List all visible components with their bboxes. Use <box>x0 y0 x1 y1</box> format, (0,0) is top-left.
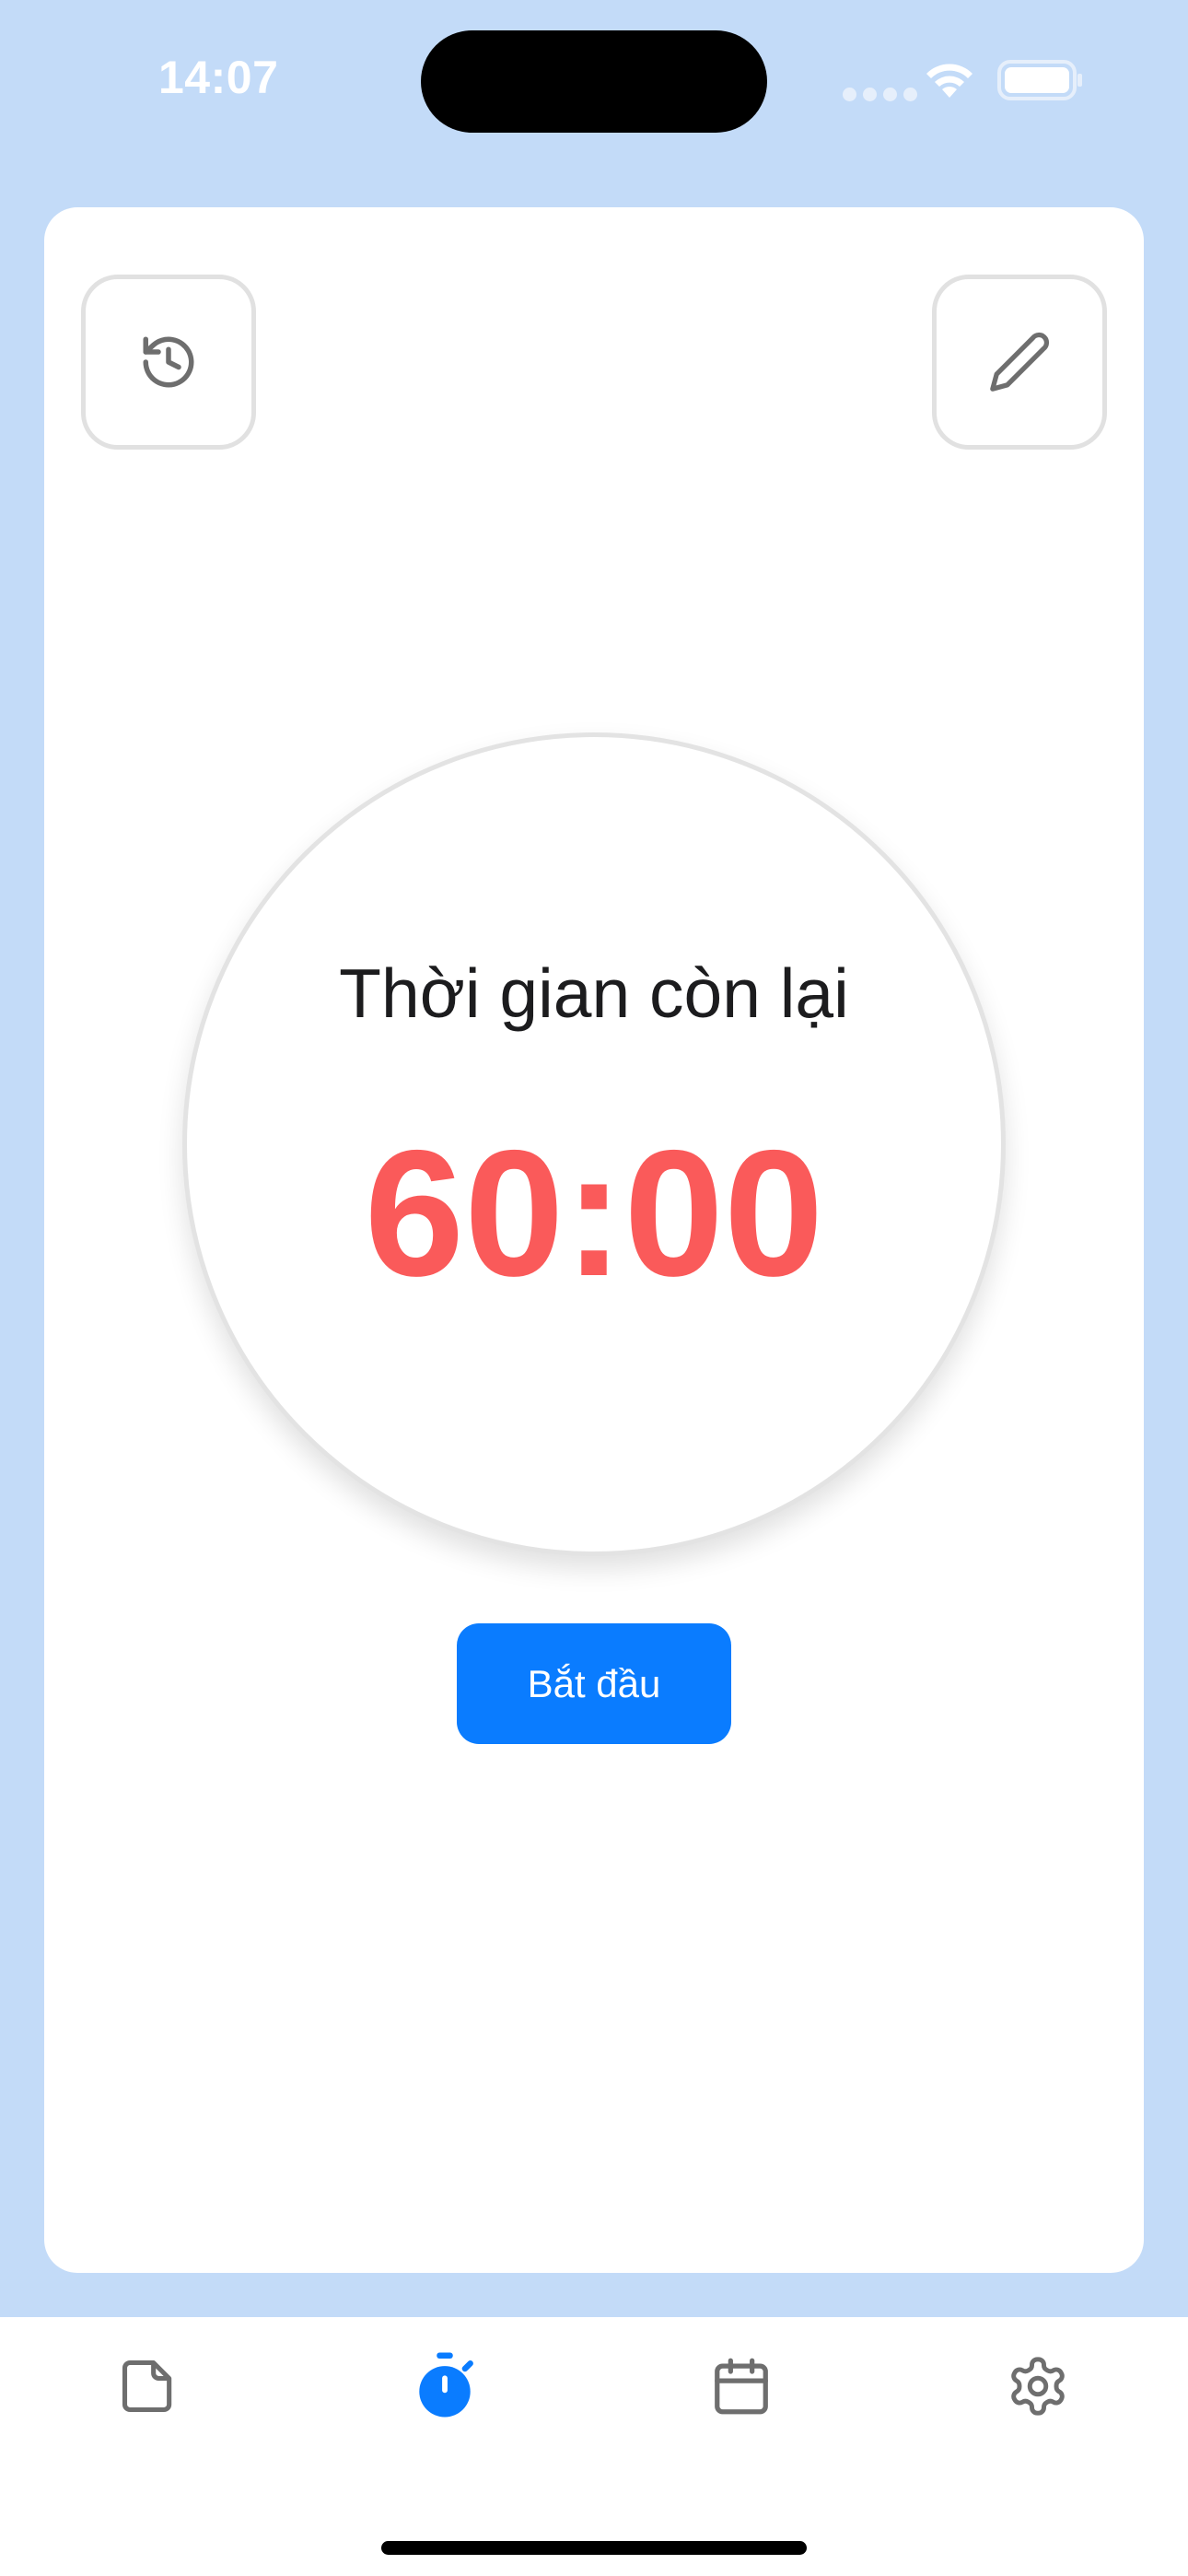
tab-notes[interactable] <box>107 2345 190 2428</box>
tab-bar <box>0 2317 1188 2576</box>
edit-button[interactable] <box>932 275 1107 450</box>
time-remaining-label: Thời gian còn lại <box>339 954 849 1032</box>
history-button[interactable] <box>81 275 256 450</box>
status-bar: 14:07 <box>0 0 1188 161</box>
dynamic-island <box>421 30 767 133</box>
tab-timer[interactable] <box>403 2345 486 2428</box>
tab-calendar[interactable] <box>700 2345 783 2428</box>
stopwatch-icon <box>419 2352 473 2418</box>
start-button[interactable]: Bắt đầu <box>457 1623 731 1744</box>
timer-card: Thời gian còn lại 60:00 Bắt đầu <box>44 207 1144 2273</box>
calendar-icon <box>715 2358 768 2415</box>
tab-settings[interactable] <box>996 2345 1079 2428</box>
battery-icon <box>997 60 1082 100</box>
cellular-signal-icon <box>843 88 917 101</box>
timer-circle: Thời gian còn lại 60:00 <box>182 732 1006 1556</box>
history-icon <box>143 336 194 388</box>
status-time: 14:07 <box>158 52 279 103</box>
home-indicator <box>381 2541 807 2555</box>
note-icon <box>122 2359 172 2413</box>
timer-screen: 14:07 Thời gian còn lại 60:00 Bắt đầu <box>0 0 1188 2576</box>
gear-icon <box>1011 2357 1065 2416</box>
time-remaining-value: 60:00 <box>364 1113 824 1314</box>
pencil-icon <box>990 332 1050 392</box>
wifi-icon <box>926 64 973 98</box>
